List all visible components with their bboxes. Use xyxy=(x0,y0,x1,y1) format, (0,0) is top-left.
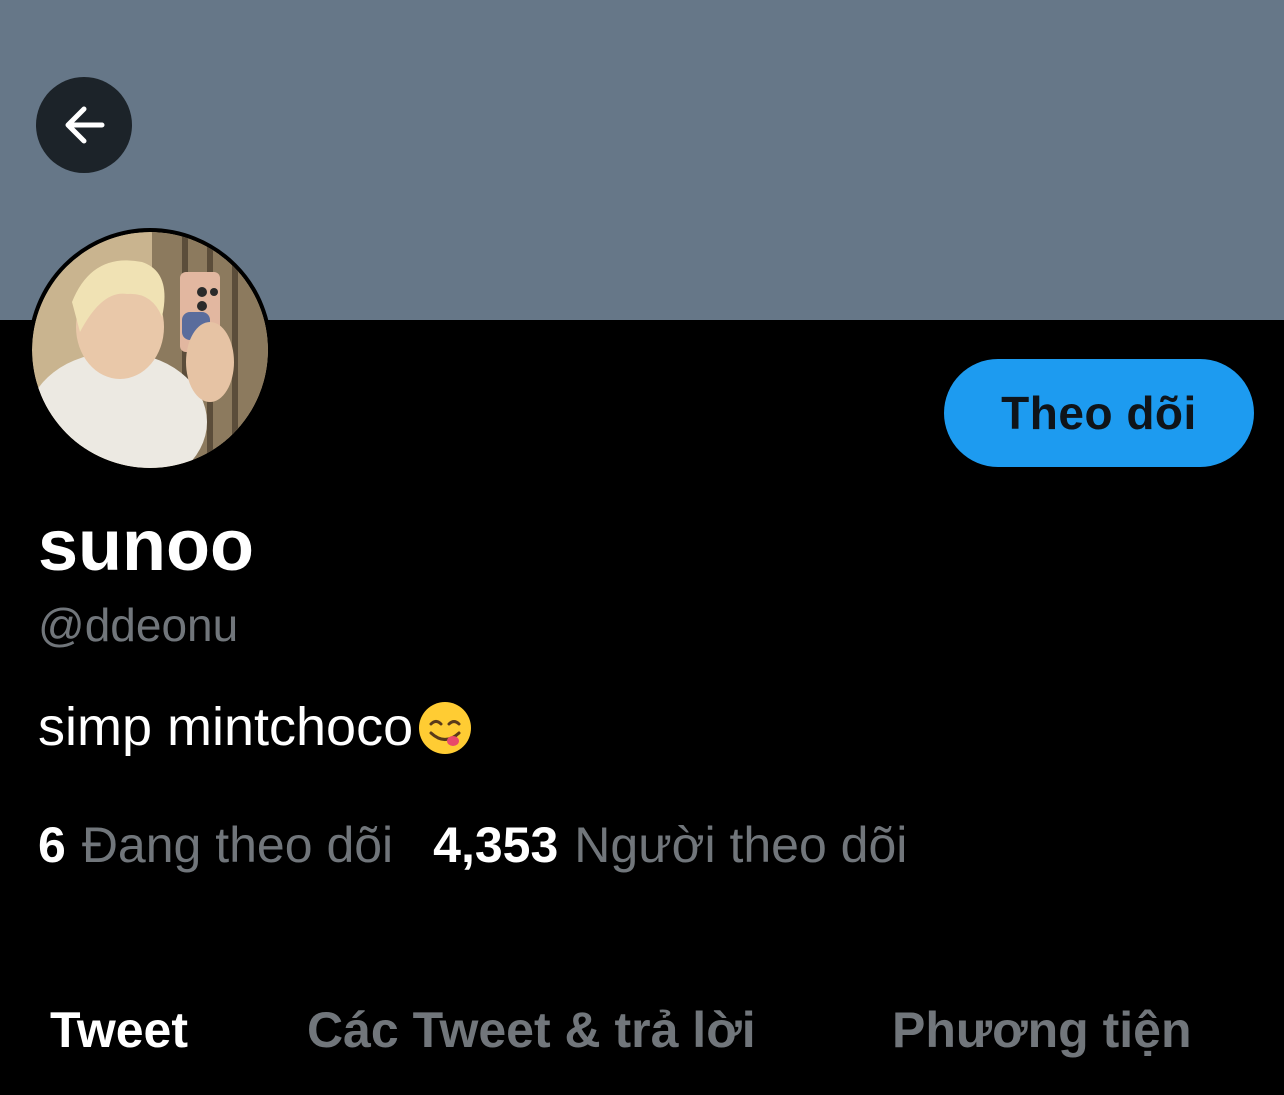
back-button[interactable] xyxy=(36,77,132,173)
avatar[interactable] xyxy=(28,228,272,472)
followers-stat[interactable]: 4,353 Người theo dõi xyxy=(433,818,907,873)
avatar-image xyxy=(32,232,268,468)
profile-tabs: Tweet Các Tweet & trả lời Phương tiện xyxy=(0,1000,1284,1095)
following-stat[interactable]: 6 Đang theo dõi xyxy=(38,818,393,873)
follow-stats: 6 Đang theo dõi 4,353 Người theo dõi xyxy=(38,818,907,873)
bio-text: simp mintchoco xyxy=(38,697,414,757)
tab-tweets-and-replies[interactable]: Các Tweet & trả lời xyxy=(307,1000,756,1060)
followers-count: 4,353 xyxy=(433,817,559,873)
display-name: sunoo xyxy=(38,506,254,586)
user-handle: @ddeonu xyxy=(38,599,239,651)
follow-button[interactable]: Theo dõi xyxy=(944,359,1254,467)
arrow-left-icon xyxy=(65,106,105,144)
face-savoring-food-emoji-icon xyxy=(417,700,473,756)
bio: simp mintchoco xyxy=(38,697,473,757)
tab-media[interactable]: Phương tiện xyxy=(892,1000,1192,1060)
followers-label: Người theo dõi xyxy=(574,817,908,873)
following-label: Đang theo dõi xyxy=(81,817,394,873)
following-count: 6 xyxy=(38,817,66,873)
tab-tweets[interactable]: Tweet xyxy=(50,1000,188,1060)
profile-page: Theo dõi sunoo @ddeonu simp mintchoco 6 … xyxy=(0,0,1284,1095)
